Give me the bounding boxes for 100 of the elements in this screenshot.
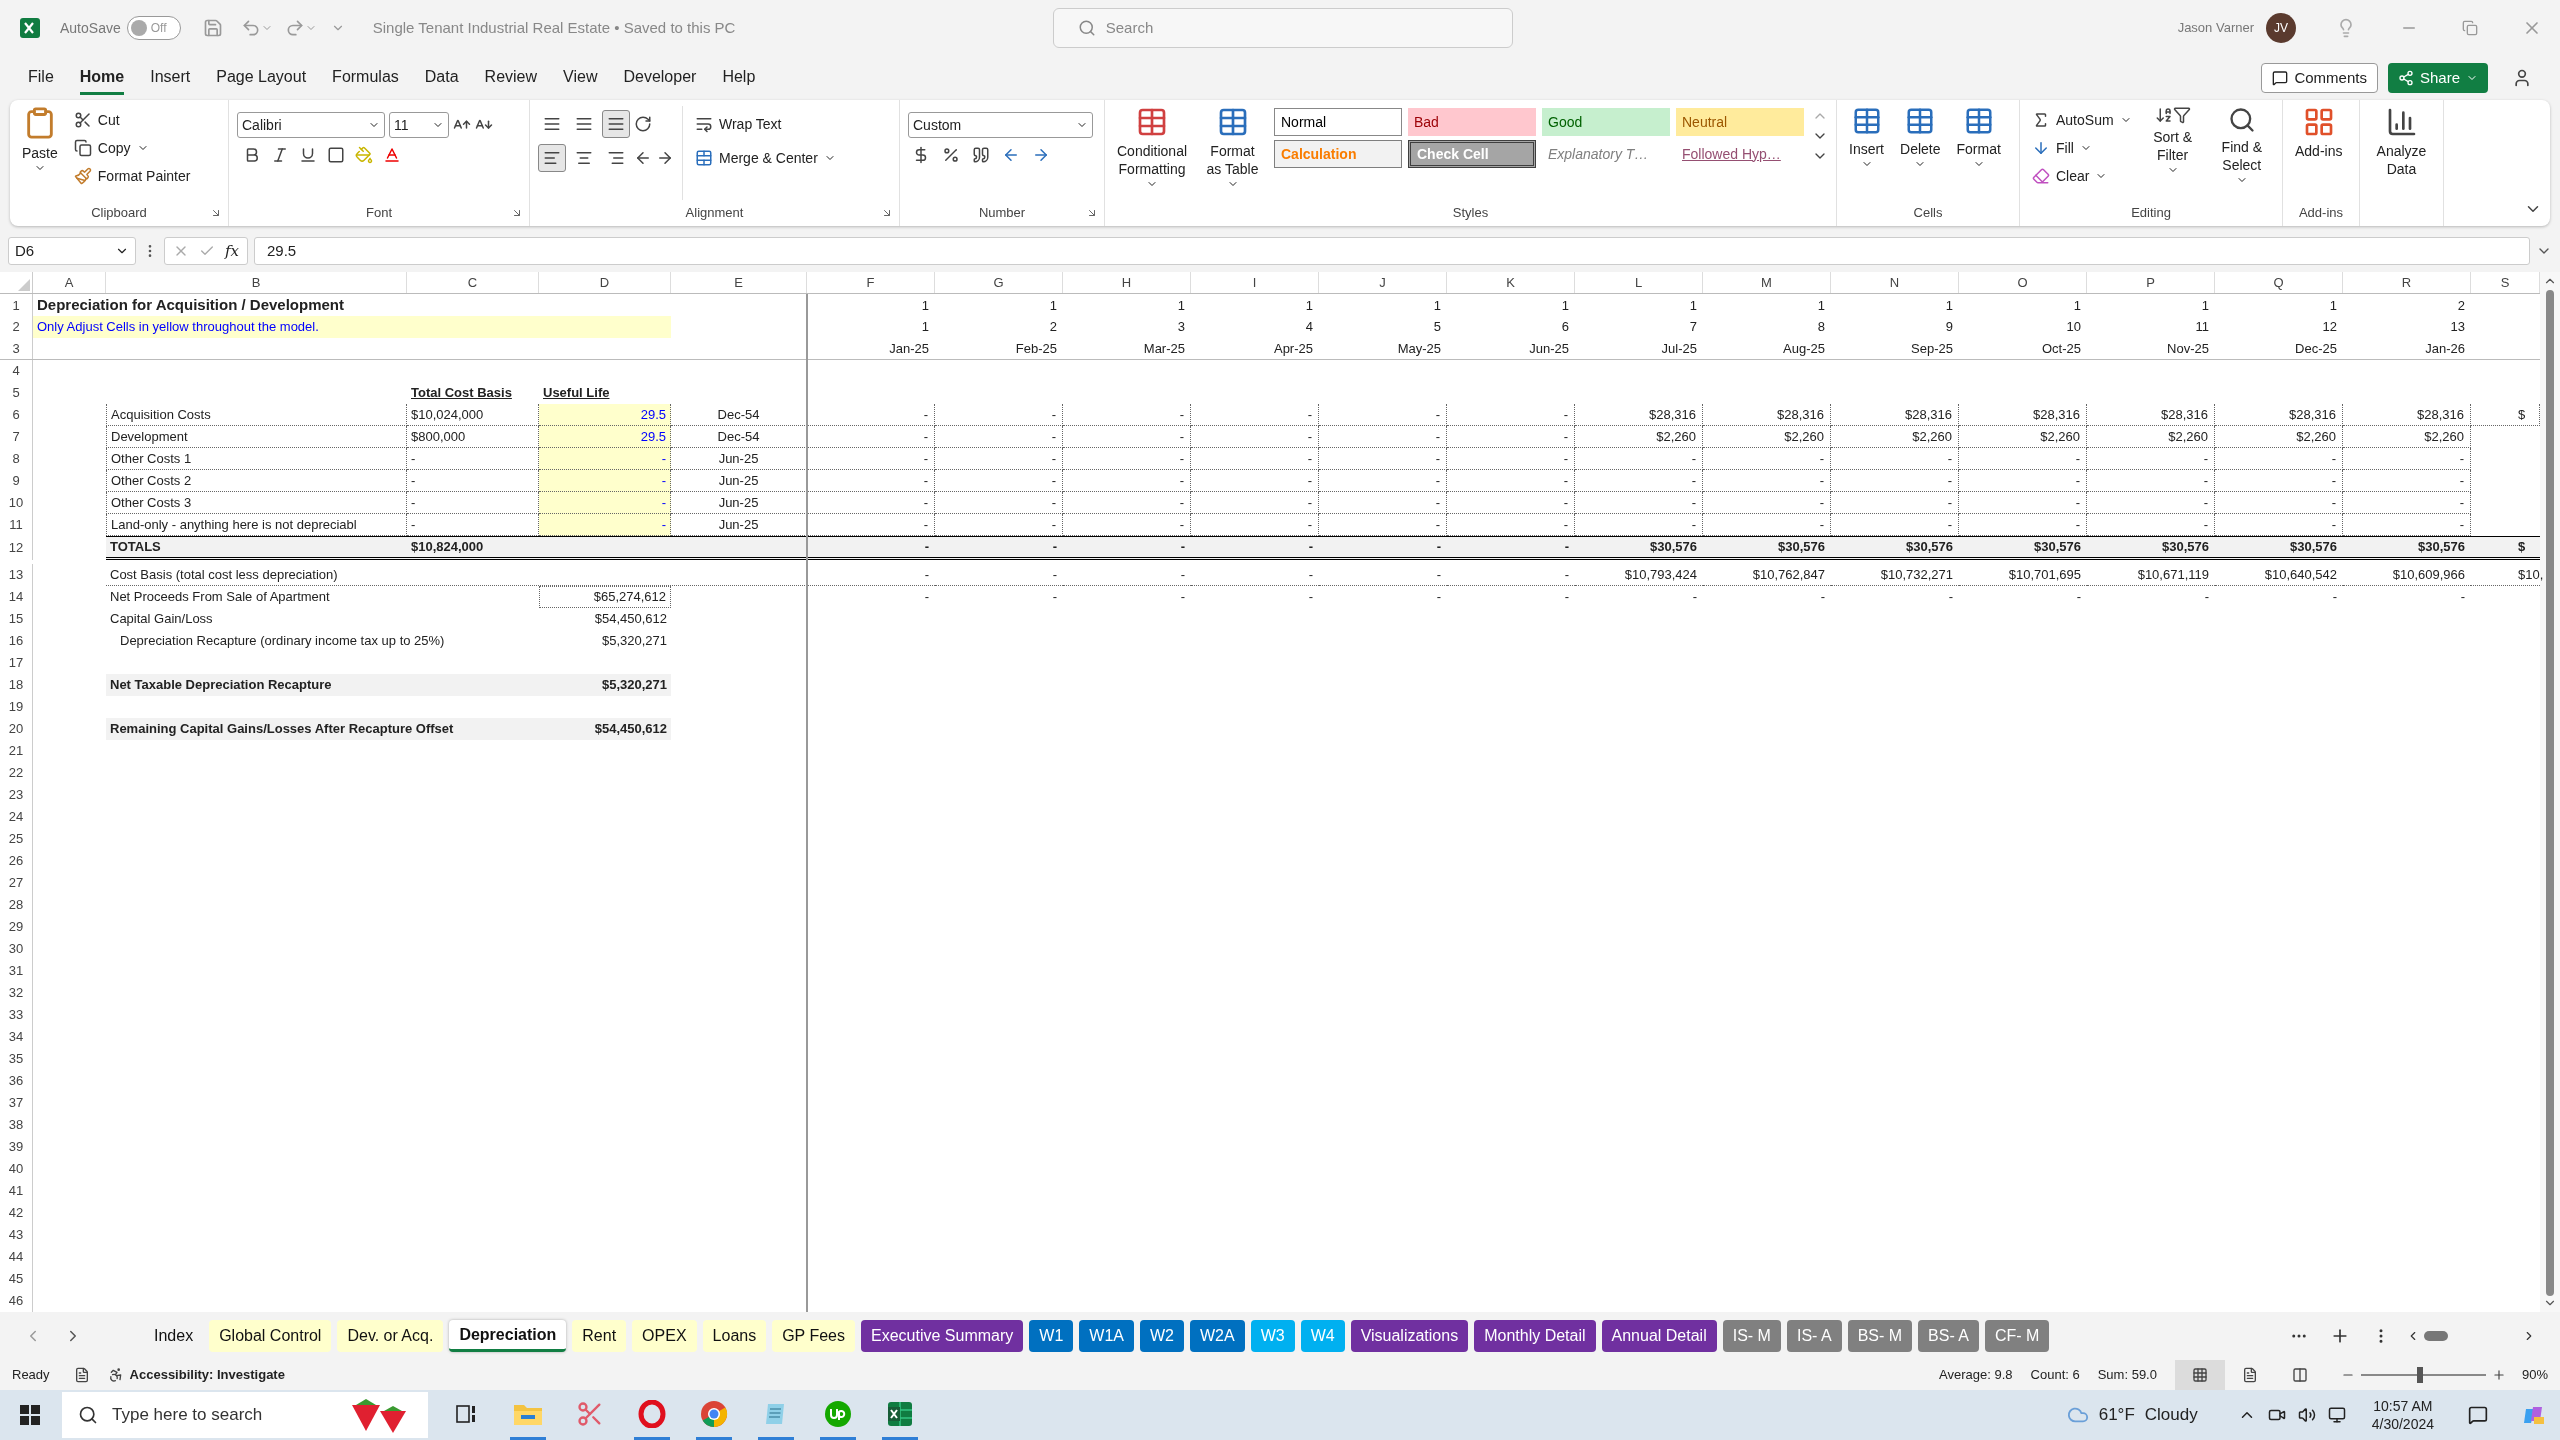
spreadsheet-app-icon[interactable] [886,1399,914,1428]
comma-icon[interactable] [972,146,990,164]
accessibility-icon[interactable] [107,1367,124,1383]
clear-button[interactable]: Clear [2028,162,2136,190]
sheet-tab[interactable]: Executive Summary [861,1320,1024,1352]
sheet-tab[interactable]: Depreciation [449,1320,567,1352]
sheet-tab[interactable]: Loans [702,1320,767,1352]
orientation-icon[interactable] [634,115,652,133]
number-format-dropdown[interactable]: Custom [908,112,1093,138]
menu-tab[interactable]: Page Layout [216,61,307,95]
menu-tab[interactable]: Developer [623,61,697,95]
menu-tab[interactable]: Home [79,61,125,95]
column-header[interactable]: E [671,272,807,293]
menu-tab[interactable]: Insert [150,61,191,95]
dialog-launcher-icon[interactable] [881,207,893,219]
column-header[interactable]: G [935,272,1063,293]
analyze-data-button[interactable]: Analyze Data [2368,106,2435,200]
accessibility-status[interactable]: Accessibility: Investigate [129,1365,285,1385]
add-ins-button[interactable]: Add-ins [2291,106,2347,200]
column-header[interactable]: J [1319,272,1447,293]
percent-icon[interactable] [942,146,960,164]
network-icon[interactable] [2327,1406,2346,1424]
indent-increase-icon[interactable] [656,149,674,167]
menu-tab[interactable]: Formulas [332,61,399,95]
volume-icon[interactable] [2297,1406,2316,1424]
share-button[interactable]: Share [2387,63,2488,93]
sheet-tab[interactable]: GP Fees [772,1320,855,1352]
sheet-tab[interactable]: BS- A [1918,1320,1979,1352]
autosum-button[interactable]: AutoSum [2028,106,2136,134]
sheet-tab[interactable]: BS- M [1847,1320,1913,1352]
taskbar-search-field[interactable]: Type here to search [62,1392,428,1438]
column-header[interactable]: H [1063,272,1191,293]
column-header[interactable]: D [539,272,671,293]
align-button[interactable] [602,110,630,138]
menu-tab[interactable]: View [563,61,598,95]
column-header[interactable]: A [33,272,106,293]
notification-icon[interactable] [2468,1405,2488,1425]
view-button[interactable] [2174,1360,2225,1390]
sheet-tab[interactable]: Rent [572,1320,627,1352]
coauthor-icon[interactable] [2512,68,2532,88]
font-color-icon[interactable] [383,146,401,164]
format-painter-button[interactable]: Format Painter [69,162,195,190]
menu-tab[interactable]: Data [424,61,459,95]
column-header[interactable]: L [1575,272,1703,293]
sheet-tab[interactable]: W2A [1189,1320,1245,1352]
sheet-tab[interactable]: W1A [1079,1320,1134,1352]
dialog-launcher-icon[interactable] [210,207,222,219]
column-header[interactable]: P [2087,272,2215,293]
browser-icon[interactable] [700,1399,728,1428]
fill-color-icon[interactable] [355,146,373,164]
zoom-in-icon[interactable] [2491,1368,2506,1382]
user-avatar[interactable]: JV [2266,13,2296,43]
sheet-tab[interactable]: Index [144,1320,204,1352]
windows-icon[interactable] [20,1405,40,1425]
column-header[interactable]: O [1959,272,2087,293]
column-header[interactable]: I [1191,272,1319,293]
scrollbar-thumb[interactable] [2546,290,2554,1296]
column-header[interactable]: K [1447,272,1575,293]
sheet-tab[interactable]: IS- M [1722,1320,1781,1352]
formula-field[interactable]: 29.5 [254,237,2530,265]
sheet-tab[interactable]: W2 [1139,1320,1184,1352]
find-select-button[interactable]: Find & Select [2209,106,2274,200]
cell-style-option[interactable]: Neutral [1676,108,1804,136]
sheet-tab[interactable]: Visualizations [1350,1320,1469,1352]
cut-button[interactable]: Cut [69,106,195,134]
column-header[interactable]: C [407,272,539,293]
paste-button[interactable]: Paste [18,106,62,200]
column-header[interactable]: Q [2215,272,2343,293]
cells-button[interactable]: Delete [1896,106,1945,200]
column-header[interactable]: M [1703,272,1831,293]
sort-filter-button[interactable]: Sort & Filter [2143,106,2202,200]
menu-tab[interactable]: Review [484,61,538,95]
sheet-tab[interactable]: Monthly Detail [1474,1320,1596,1352]
fill-button[interactable]: Fill [2028,134,2136,162]
sheet-tab[interactable]: IS- A [1786,1320,1842,1352]
sheet-tab[interactable]: Dev. or Acq. [337,1320,444,1352]
underline-icon[interactable] [299,146,317,164]
font-name-dropdown[interactable]: Calibri [237,112,385,138]
zoom-slider-thumb[interactable] [2417,1367,2424,1383]
cells-button[interactable]: Format [1952,106,2005,200]
app-icon[interactable] [824,1399,852,1428]
dialog-launcher-icon[interactable] [1086,207,1098,219]
sheet-tab[interactable]: Annual Detail [1601,1320,1717,1352]
indent-decrease-icon[interactable] [634,149,652,167]
menu-tab[interactable]: Help [722,61,756,95]
column-header[interactable]: F [807,272,935,293]
borders-icon[interactable] [327,146,345,164]
conditional-formatting-button[interactable]: Conditional Formatting [1113,106,1192,200]
cell-style-option[interactable]: Normal [1274,108,1402,136]
sheet-tab[interactable]: W1 [1029,1320,1074,1352]
format-as-table-button[interactable]: Format as Table [1199,106,1266,200]
increase-decimal-icon[interactable] [1002,146,1020,164]
restore-icon[interactable] [2462,20,2478,36]
font-size-dropdown[interactable]: 11 [389,112,449,138]
macro-icon[interactable] [73,1367,90,1383]
save-icon[interactable] [202,18,223,38]
wrap-text-button[interactable]: Wrap Text [691,110,840,138]
sheet-tab[interactable]: CF- M [1985,1320,2050,1352]
sheet-tab[interactable]: OPEX [632,1320,697,1352]
name-box[interactable]: D6 [8,237,136,265]
